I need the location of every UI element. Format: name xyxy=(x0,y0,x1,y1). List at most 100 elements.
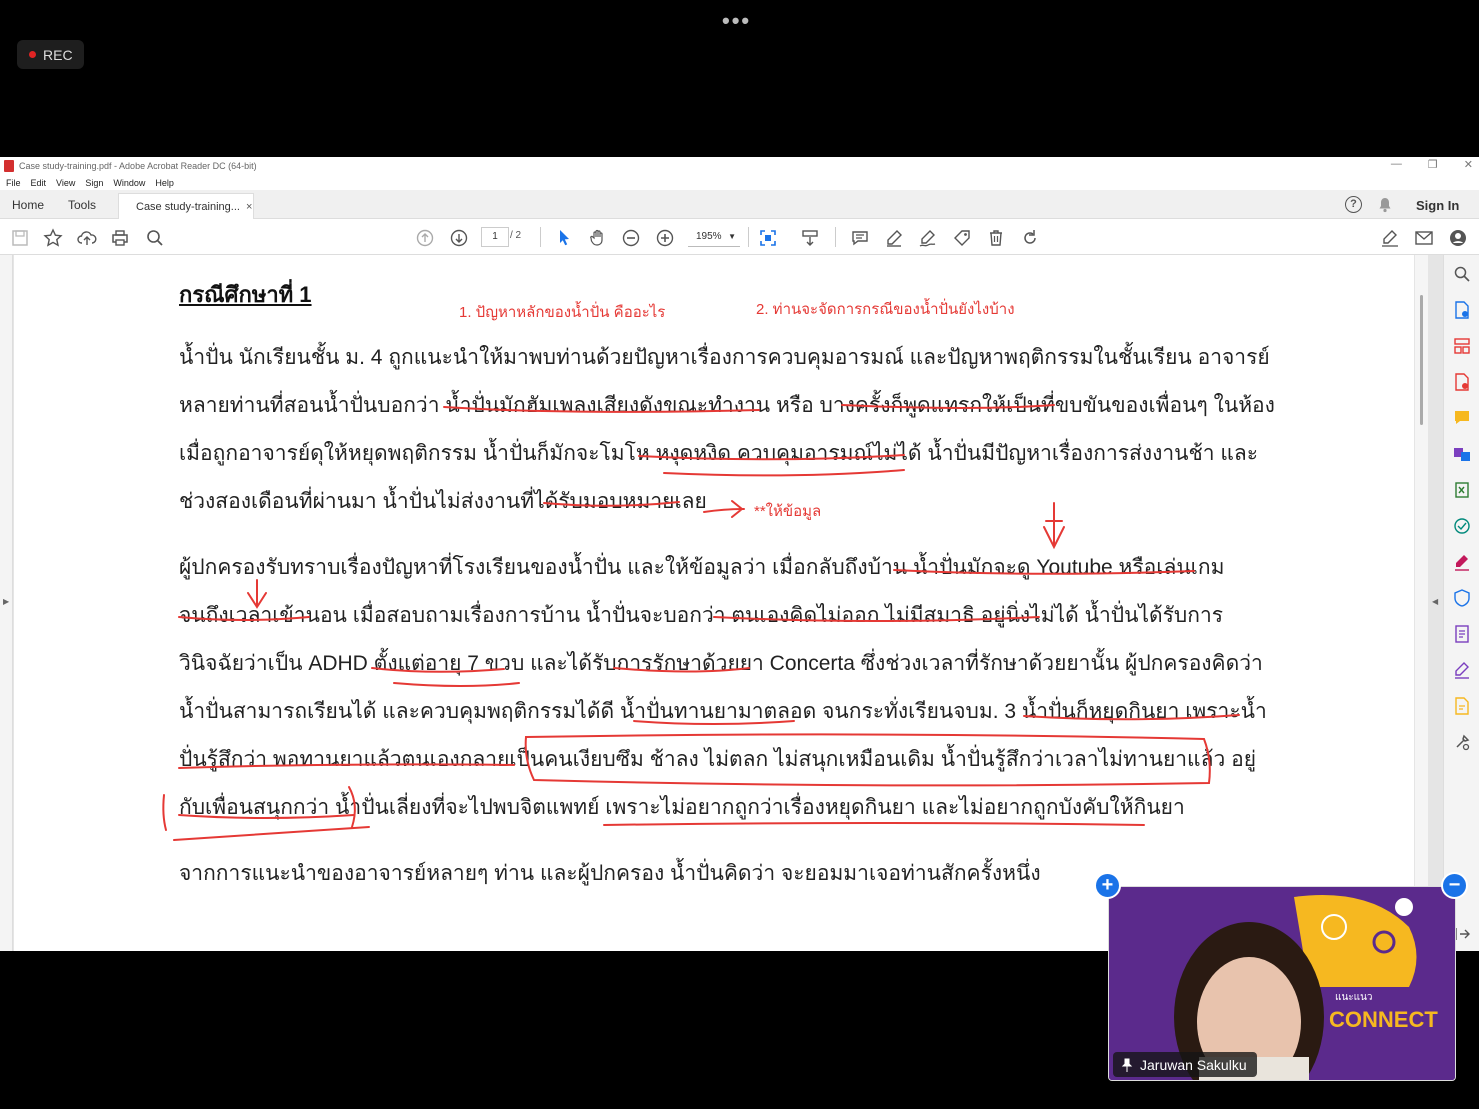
organize-pages-icon[interactable] xyxy=(1453,337,1471,355)
excel-export-icon[interactable] xyxy=(1453,481,1471,499)
pdf-page: กรณีศึกษาที่ 1 1. ปัญหาหลักของน้ำปั่น คื… xyxy=(14,255,1414,951)
search-icon[interactable] xyxy=(145,228,165,248)
fit-page-icon[interactable] xyxy=(758,228,778,248)
create-pdf-icon[interactable] xyxy=(1453,373,1471,391)
delete-trash-icon[interactable] xyxy=(986,228,1006,248)
select-tool-icon[interactable] xyxy=(554,228,574,248)
combine-files-icon[interactable] xyxy=(1453,445,1471,463)
bookmark-star-icon[interactable] xyxy=(43,228,63,248)
window-controls: — ❐ ✕ xyxy=(1391,158,1473,171)
more-options-icon[interactable]: ••• xyxy=(722,8,751,34)
draw-sign-icon[interactable] xyxy=(918,228,938,248)
more-tools-icon[interactable] xyxy=(1453,733,1471,751)
expand-left-panel-icon[interactable]: ▶ xyxy=(3,597,9,606)
paragraph-2-line-3: วินิจฉัยว่าเป็น ADHD ตั้งแต่อายุ 7 ขวบ แ… xyxy=(179,652,1263,675)
undo-rotate-icon[interactable] xyxy=(1020,228,1040,248)
toolbar-divider xyxy=(540,227,541,247)
request-signature-icon[interactable] xyxy=(1453,661,1471,679)
fill-sign-icon[interactable] xyxy=(1380,228,1400,248)
menu-file[interactable]: File xyxy=(6,178,21,188)
paragraph-2-line-4: น้ำปั่นสามารถเรียนได้ และควบคุมพฤติกรรมไ… xyxy=(179,700,1267,723)
menu-edit[interactable]: Edit xyxy=(31,178,47,188)
restore-window-button[interactable]: ❐ xyxy=(1428,158,1438,171)
fill-and-sign-icon[interactable] xyxy=(1453,553,1471,571)
close-tab-icon[interactable]: × xyxy=(246,201,252,213)
pin-icon xyxy=(1121,1058,1133,1072)
print-icon[interactable] xyxy=(110,228,130,248)
menu-window[interactable]: Window xyxy=(113,178,145,188)
protect-shield-icon[interactable] xyxy=(1453,589,1471,607)
next-page-icon[interactable] xyxy=(449,228,469,248)
zoom-in-icon[interactable] xyxy=(655,228,675,248)
title-bar: Case study-training.pdf - Adobe Acrobat … xyxy=(0,157,1479,175)
page-title: กรณีศึกษาที่ 1 xyxy=(179,282,312,307)
share-user-icon[interactable] xyxy=(1448,228,1468,248)
minimize-video-button[interactable]: − xyxy=(1441,872,1468,899)
scrollbar-thumb[interactable] xyxy=(1420,295,1423,425)
brand-connect-text: CONNECT xyxy=(1329,1007,1438,1032)
page-number-input[interactable]: 1 xyxy=(481,227,509,247)
minimize-window-button[interactable]: — xyxy=(1391,158,1402,171)
toolbar-divider xyxy=(748,227,749,247)
tab-tools[interactable]: Tools xyxy=(68,190,96,219)
zoom-level-select[interactable]: 195% ▼ xyxy=(688,227,740,247)
chevron-down-icon: ▼ xyxy=(728,232,736,241)
send-for-comments-icon[interactable] xyxy=(1453,697,1471,715)
acrobat-logo-icon xyxy=(4,160,14,172)
sign-in-button[interactable]: Sign In xyxy=(1416,198,1459,213)
underline-friends-2 xyxy=(173,826,370,841)
toolbar: 1 / 2 195% ▼ xyxy=(0,219,1479,255)
email-icon[interactable] xyxy=(1414,228,1434,248)
menu-bar: File Edit View Sign Window Help xyxy=(0,175,1479,190)
paragraph-2-line-2: จนถึงเวลาเข้านอน เมื่อสอบถามเรื่องการบ้า… xyxy=(179,604,1224,627)
tab-bar: Home Tools Case study-training... × ? Si… xyxy=(0,190,1479,219)
page-total: / 2 xyxy=(510,230,522,241)
comment-tool-icon[interactable] xyxy=(1453,409,1471,427)
hand-tool-icon[interactable] xyxy=(588,228,608,248)
previous-page-icon[interactable] xyxy=(415,228,435,248)
stamp-tag-icon[interactable] xyxy=(952,228,972,248)
close-window-button[interactable]: ✕ xyxy=(1464,158,1473,171)
tools-pane xyxy=(1443,255,1479,951)
arrow-down-1 xyxy=(1043,502,1065,550)
menu-sign[interactable]: Sign xyxy=(85,178,103,188)
paragraph-2-line-5: ปั่นรู้สึกว่า พอทานยาแล้วตนเองกลายเป็นคน… xyxy=(179,748,1257,771)
tab-document-label: Case study-training... xyxy=(136,200,240,213)
comment-icon[interactable] xyxy=(850,228,870,248)
zoom-level-value: 195% xyxy=(696,231,722,242)
underline-moody-2 xyxy=(663,469,905,477)
upload-cloud-icon[interactable] xyxy=(77,228,97,248)
enhance-scan-icon[interactable] xyxy=(1453,265,1471,283)
paragraph-1-line-3: เมื่อถูกอาจารย์ดุให้หยุดพฤติกรรม น้ำปั่น… xyxy=(179,442,1259,465)
save-icon[interactable] xyxy=(10,228,30,248)
notifications-icon[interactable] xyxy=(1378,197,1392,218)
tab-home[interactable]: Home xyxy=(12,190,44,219)
participant-name: Jaruwan Sakulku xyxy=(1140,1056,1247,1073)
scan-ocr-icon[interactable] xyxy=(1453,517,1471,535)
vertical-scrollbar[interactable] xyxy=(1415,255,1428,951)
document-area: ▶ กรณีศึกษาที่ 1 1. ปัญหาหลักของน้ำปั่น … xyxy=(0,255,1479,951)
tab-document[interactable]: Case study-training... × xyxy=(118,193,254,219)
paragraph-1-line-2: หลายท่านที่สอนน้ำปั่นบอกว่า น้ำปั่นมักฮั… xyxy=(179,394,1275,417)
zoom-out-icon[interactable] xyxy=(621,228,641,248)
annotation-question-1: 1. ปัญหาหลักของน้ำปั่น คืออะไร xyxy=(459,304,666,321)
highlight-pen-icon[interactable] xyxy=(884,228,904,248)
toolbar-divider xyxy=(835,227,836,247)
recording-indicator: REC xyxy=(17,40,84,69)
prepare-form-icon[interactable] xyxy=(1453,625,1471,643)
paragraph-1-line-1: น้ำปั่น นักเรียนชั้น ม. 4 ถูกแนะนำให้มาพ… xyxy=(179,346,1270,369)
help-icon[interactable]: ? xyxy=(1345,196,1362,213)
annotation-question-2: 2. ท่านจะจัดการกรณีของน้ำปั่นยังไงบ้าง xyxy=(756,301,1015,318)
arrow-note xyxy=(703,500,745,518)
collapse-right-panel-icon[interactable]: ◀ xyxy=(1432,597,1438,606)
recording-label: REC xyxy=(43,46,73,63)
add-video-button[interactable]: + xyxy=(1094,872,1121,899)
paragraph-2-line-6: กับเพื่อนสนุกกว่า น้ำปั่นเลี่ยงที่จะไปพบ… xyxy=(179,796,1185,819)
menu-view[interactable]: View xyxy=(56,178,75,188)
window-title: Case study-training.pdf - Adobe Acrobat … xyxy=(19,161,257,171)
paragraph-2-line-1: ผู้ปกครองรับทราบเรื่องปัญหาที่โรงเรียนขอ… xyxy=(179,556,1225,579)
scroll-mode-icon[interactable] xyxy=(800,228,820,248)
acrobat-window: Case study-training.pdf - Adobe Acrobat … xyxy=(0,157,1479,951)
export-pdf-icon[interactable] xyxy=(1453,301,1471,319)
menu-help[interactable]: Help xyxy=(155,178,174,188)
